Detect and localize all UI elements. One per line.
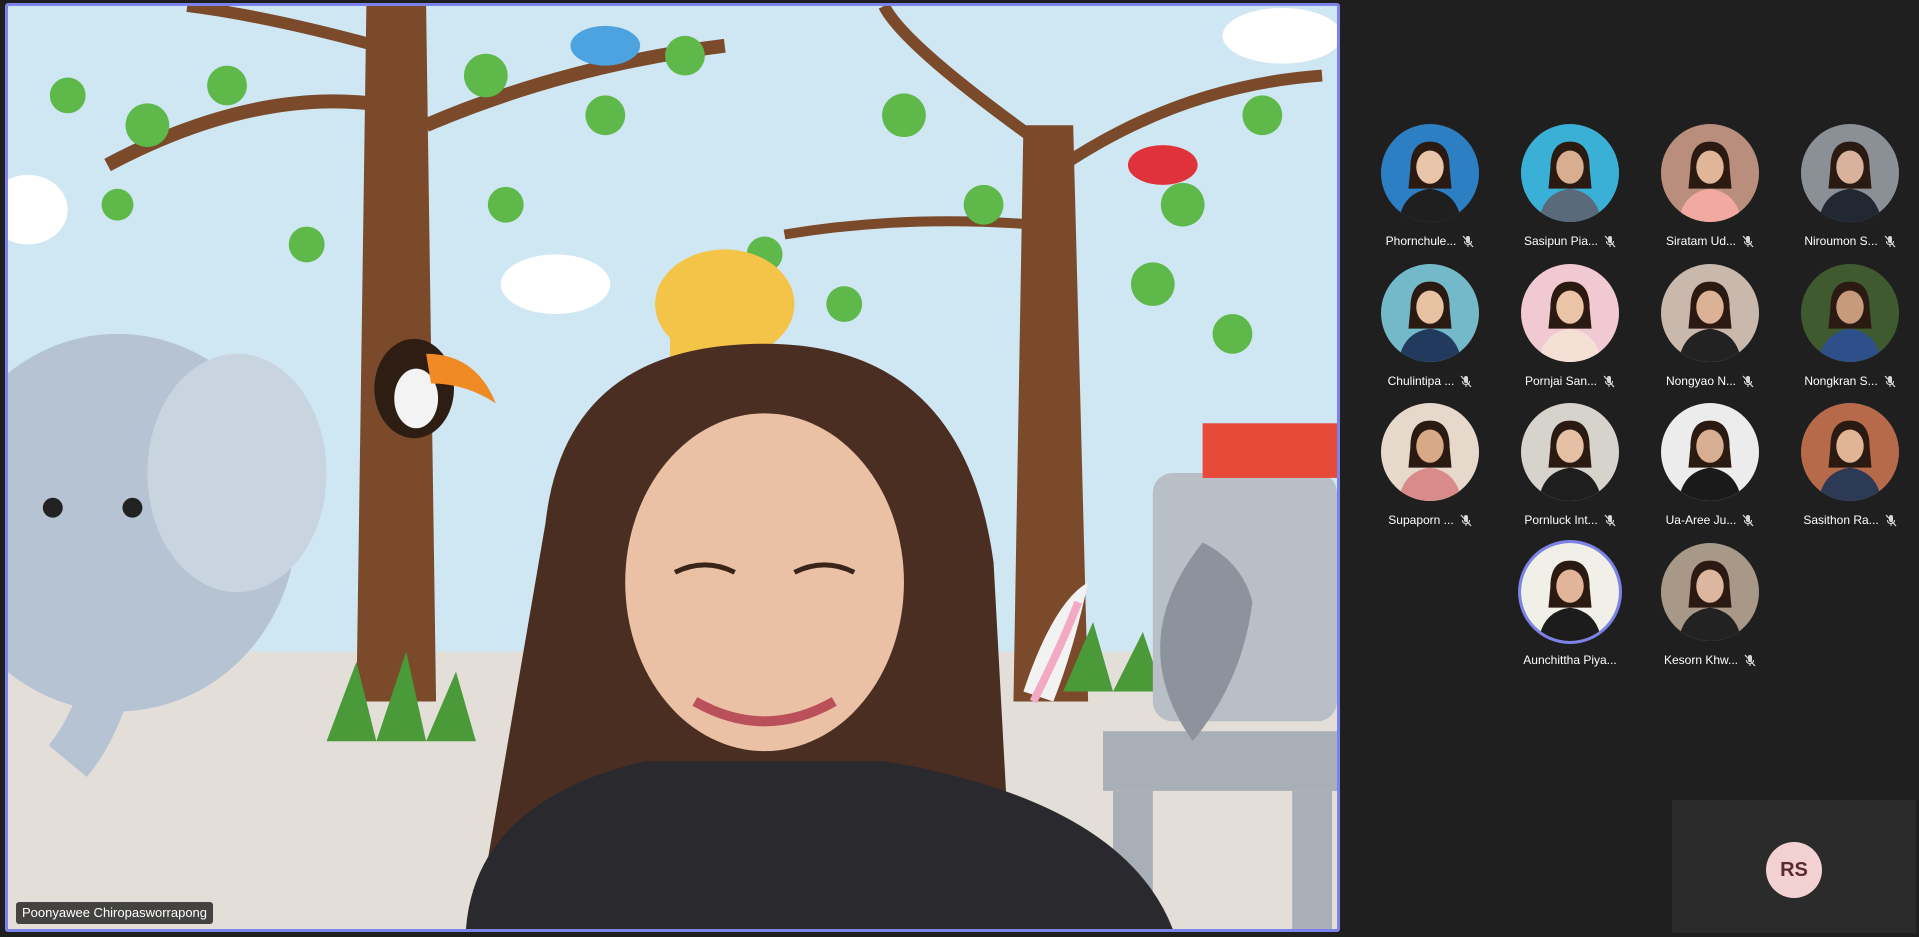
participant-tile[interactable]: Pornluck Int... bbox=[1500, 401, 1640, 541]
participant-label-row: Chulintipa ... bbox=[1360, 372, 1500, 390]
participant-avatar bbox=[1801, 403, 1899, 501]
participant-avatar bbox=[1521, 403, 1619, 501]
participant-label-row: Nongkran S... bbox=[1780, 372, 1919, 390]
mic-muted-icon bbox=[1603, 375, 1615, 388]
participant-photo bbox=[1801, 403, 1899, 501]
mic-muted-icon bbox=[1460, 375, 1472, 388]
participant-tile[interactable]: Nongyao N... bbox=[1640, 262, 1780, 402]
participant-avatar bbox=[1381, 124, 1479, 222]
participant-name: Sasipun Pia... bbox=[1523, 234, 1599, 248]
participant-label-row: Sasipun Pia... bbox=[1500, 232, 1640, 250]
participant-tile[interactable]: Chulintipa ... bbox=[1360, 262, 1500, 402]
mic-muted-icon bbox=[1885, 514, 1897, 527]
participant-photo bbox=[1521, 403, 1619, 501]
participant-name: Siratam Ud... bbox=[1665, 234, 1737, 248]
participant-avatar bbox=[1521, 124, 1619, 222]
participant-avatar bbox=[1661, 543, 1759, 641]
participant-tile[interactable]: Pornjai San... bbox=[1500, 262, 1640, 402]
participant-avatar bbox=[1661, 264, 1759, 362]
participant-tile[interactable]: Kesorn Khw... bbox=[1640, 541, 1780, 681]
self-avatar-initials: RS bbox=[1766, 842, 1822, 898]
main-video-stage[interactable]: Poonyawee Chiropasworrapong bbox=[5, 3, 1340, 932]
participant-name: Nongyao N... bbox=[1665, 374, 1737, 388]
participant-name: Sasithon Ra... bbox=[1803, 513, 1879, 527]
participant-label-row: Pornjai San... bbox=[1500, 372, 1640, 390]
participant-tile[interactable]: Niroumon S... bbox=[1780, 122, 1919, 262]
participant-label-row: Ua-Aree Ju... bbox=[1640, 511, 1780, 529]
participant-avatar bbox=[1381, 264, 1479, 362]
participant-photo bbox=[1521, 124, 1619, 222]
participant-name: Niroumon S... bbox=[1804, 234, 1878, 248]
participant-photo bbox=[1661, 264, 1759, 362]
self-view-tile[interactable]: RS bbox=[1672, 800, 1916, 933]
mic-muted-icon bbox=[1460, 514, 1472, 527]
participant-name: Kesorn Khw... bbox=[1663, 653, 1739, 667]
participant-label-row: Pornluck Int... bbox=[1500, 511, 1640, 529]
mic-muted-icon bbox=[1604, 235, 1616, 248]
participant-label-row: Niroumon S... bbox=[1780, 232, 1919, 250]
participant-label-row: Kesorn Khw... bbox=[1640, 651, 1780, 669]
participant-avatar bbox=[1661, 403, 1759, 501]
speaker-video-feed bbox=[8, 6, 1337, 929]
participant-name: Nongkran S... bbox=[1804, 374, 1878, 388]
participant-photo bbox=[1661, 543, 1759, 641]
participant-avatar bbox=[1381, 403, 1479, 501]
participant-photo bbox=[1801, 124, 1899, 222]
mic-muted-icon bbox=[1742, 235, 1754, 248]
participant-name: Pornluck Int... bbox=[1524, 513, 1598, 527]
participant-avatar bbox=[1801, 124, 1899, 222]
participant-tile[interactable]: Sasipun Pia... bbox=[1500, 122, 1640, 262]
participant-label-row: Siratam Ud... bbox=[1640, 232, 1780, 250]
participant-avatar bbox=[1521, 264, 1619, 362]
participant-tile[interactable]: Siratam Ud... bbox=[1640, 122, 1780, 262]
participant-photo bbox=[1661, 403, 1759, 501]
participant-label-row: Supaporn ... bbox=[1360, 511, 1500, 529]
participant-tile[interactable]: Supaporn ... bbox=[1360, 401, 1500, 541]
participant-photo bbox=[1661, 124, 1759, 222]
participant-label-row: Nongyao N... bbox=[1640, 372, 1780, 390]
participant-avatar bbox=[1661, 124, 1759, 222]
participant-tile[interactable]: Nongkran S... bbox=[1780, 262, 1919, 402]
mic-muted-icon bbox=[1604, 514, 1616, 527]
mic-muted-icon bbox=[1884, 375, 1896, 388]
participant-name: Supaporn ... bbox=[1388, 513, 1454, 527]
participant-label-row: Phornchule... bbox=[1360, 232, 1500, 250]
participant-photo bbox=[1381, 264, 1479, 362]
participant-photo bbox=[1801, 264, 1899, 362]
mic-muted-icon bbox=[1884, 235, 1896, 248]
participant-name: Ua-Aree Ju... bbox=[1665, 513, 1737, 527]
mic-muted-icon bbox=[1742, 514, 1754, 527]
participant-avatar bbox=[1801, 264, 1899, 362]
participant-tile[interactable]: Phornchule... bbox=[1360, 122, 1500, 262]
participant-tile[interactable]: Aunchittha Piya... bbox=[1500, 541, 1640, 681]
speaker-name-label: Poonyawee Chiropasworrapong bbox=[16, 902, 214, 924]
mic-muted-icon bbox=[1462, 235, 1474, 248]
participant-tile[interactable]: Sasithon Ra... bbox=[1780, 401, 1919, 541]
participant-name: Phornchule... bbox=[1385, 234, 1457, 248]
mic-muted-icon bbox=[1744, 654, 1756, 667]
participant-name: Chulintipa ... bbox=[1387, 374, 1455, 388]
participant-photo bbox=[1521, 264, 1619, 362]
participant-photo bbox=[1381, 124, 1479, 222]
participant-photo bbox=[1381, 403, 1479, 501]
participant-label-row: Aunchittha Piya... bbox=[1500, 651, 1640, 669]
participant-photo bbox=[1521, 543, 1619, 641]
mic-muted-icon bbox=[1742, 375, 1754, 388]
participant-name: Aunchittha Piya... bbox=[1523, 653, 1617, 667]
participant-tile[interactable]: Ua-Aree Ju... bbox=[1640, 401, 1780, 541]
participant-name: Pornjai San... bbox=[1524, 374, 1598, 388]
participant-avatar bbox=[1521, 543, 1619, 641]
participant-label-row: Sasithon Ra... bbox=[1780, 511, 1919, 529]
